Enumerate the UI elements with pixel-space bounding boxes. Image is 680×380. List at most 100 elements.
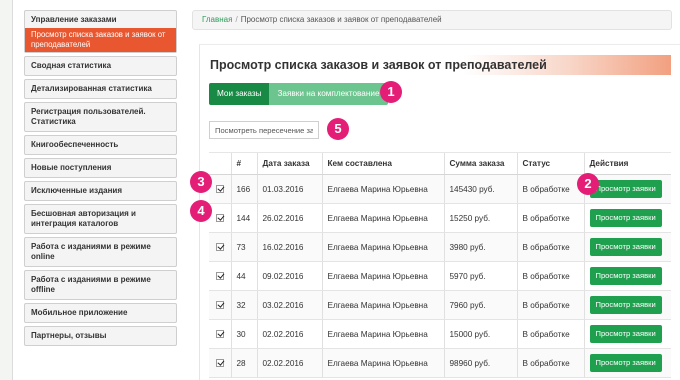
order-status: В обработке [516,232,584,262]
view-request-button[interactable]: Просмотр заявки [589,354,662,372]
order-sum: 3980 руб. [443,232,517,262]
orders-table: # Дата заказа Кем составлена Сумма заказ… [209,152,671,378]
sidebar-item-detailed-stats[interactable]: Детализированная статистика [24,79,177,99]
sidebar-item-partners[interactable]: Партнеры, отзывы [24,326,177,346]
order-author: Елгаева Марина Юрьевна [321,261,444,291]
breadcrumb: Главная / Просмотр списка заказов и заявок… [192,10,672,30]
row-actions-cell: Просмотр заявки [583,290,671,320]
order-author: Елгаева Марина Юрьевна [321,319,444,349]
breadcrumb-home-link[interactable]: Главная [202,15,232,24]
order-sum: 145430 руб. [443,174,517,204]
row-select-cell [209,232,231,262]
annotation-badge-3: 3 [190,171,212,193]
order-status: В обработке [516,319,584,349]
view-request-button[interactable]: Просмотр заявки [589,296,662,314]
view-request-button[interactable]: Просмотр заявки [589,325,662,343]
order-date: 01.03.2016 [256,174,322,204]
sidebar-item-user-registration[interactable]: Регистрация пользователей. Статистика [24,102,177,132]
order-date: 02.02.2016 [256,348,322,378]
row-actions-cell: Просмотр заявки [583,261,671,291]
row-select-cell [209,348,231,378]
order-id: 166 [230,174,257,204]
sidebar-item-new-arrivals[interactable]: Новые поступления [24,158,177,178]
sidebar: Управление заказами Просмотр списка зака… [24,10,177,349]
row-checkbox[interactable] [215,359,224,368]
col-select-header [209,152,231,175]
table-row: 166 01.03.2016 Елгаева Марина Юрьевна 14… [209,174,671,204]
order-date: 16.02.2016 [256,232,322,262]
table-row: 32 03.02.2016 Елгаева Марина Юрьевна 796… [209,290,671,320]
annotation-badge-5: 5 [327,118,349,140]
page-title: Просмотр списка заказов и заявок от преп… [209,55,671,75]
table-row: 73 16.02.2016 Елгаева Марина Юрьевна 398… [209,232,671,262]
col-author-header: Кем составлена [321,152,444,175]
sidebar-group-orders[interactable]: Управление заказами Просмотр списка зака… [24,10,177,53]
col-actions-header: Действия [583,152,671,175]
order-date: 02.02.2016 [256,319,322,349]
col-date-header: Дата заказа [256,152,322,175]
sidebar-item-mobile-app[interactable]: Мобильное приложение [24,303,177,323]
row-actions-cell: Просмотр заявки [583,319,671,349]
row-actions-cell: Просмотр заявки [583,348,671,378]
row-select-cell [209,290,231,320]
row-checkbox[interactable] [215,214,224,223]
order-date: 09.02.2016 [256,261,322,291]
order-author: Елгаева Марина Юрьевна [321,290,444,320]
row-checkbox[interactable] [215,301,224,310]
order-status: В обработке [516,174,584,204]
view-request-button[interactable]: Просмотр заявки [589,267,662,285]
annotation-badge-1: 1 [380,81,402,103]
order-author: Елгаева Марина Юрьевна [321,348,444,378]
row-actions-cell: Просмотр заявки [583,232,671,262]
col-status-header: Статус [516,152,584,175]
row-checkbox[interactable] [215,272,224,281]
tab-acquisition-requests[interactable]: Заявки на комплектование [269,83,388,105]
intersection-search-input[interactable] [209,121,319,139]
order-author: Елгаева Марина Юрьевна [321,174,444,204]
view-request-button[interactable]: Просмотр заявки [589,180,662,198]
table-row: 44 09.02.2016 Елгаева Марина Юрьевна 597… [209,261,671,291]
order-status: В обработке [516,290,584,320]
sidebar-item-online[interactable]: Работа с изданиями в режиме online [24,237,177,267]
sidebar-item-book-supply[interactable]: Книгообеспеченность [24,135,177,155]
order-sum: 15000 руб. [443,319,517,349]
table-row: 28 02.02.2016 Елгаева Марина Юрьевна 989… [209,348,671,378]
sidebar-item-excluded[interactable]: Исключенные издания [24,181,177,201]
order-sum: 98960 руб. [443,348,517,378]
table-row: 144 26.02.2016 Елгаева Марина Юрьевна 15… [209,203,671,233]
sidebar-group-title[interactable]: Управление заказами [31,15,170,25]
row-checkbox[interactable] [215,243,224,252]
col-id-header: # [230,152,257,175]
row-checkbox[interactable] [215,185,224,194]
tab-my-orders[interactable]: Мои заказы [209,83,270,105]
row-select-cell [209,319,231,349]
row-select-cell [209,174,231,204]
order-status: В обработке [516,348,584,378]
orders-table-body: 166 01.03.2016 Елгаева Марина Юрьевна 14… [209,174,671,378]
order-status: В обработке [516,203,584,233]
view-request-button[interactable]: Просмотр заявки [589,209,662,227]
annotation-badge-2: 2 [577,173,599,195]
table-header-row: # Дата заказа Кем составлена Сумма заказ… [209,152,671,175]
col-sum-header: Сумма заказа [443,152,517,175]
annotation-badge-4: 4 [190,200,212,222]
order-author: Елгаева Марина Юрьевна [321,203,444,233]
order-date: 03.02.2016 [256,290,322,320]
row-checkbox[interactable] [215,330,224,339]
order-id: 144 [230,203,257,233]
order-sum: 15250 руб. [443,203,517,233]
orders-panel: Просмотр списка заказов и заявок от преп… [199,44,680,380]
table-row: 30 02.02.2016 Елгаева Марина Юрьевна 150… [209,319,671,349]
sidebar-item-sso[interactable]: Бесшовная авторизация и интеграция катал… [24,204,177,234]
row-select-cell [209,203,231,233]
order-id: 30 [230,319,257,349]
order-status: В обработке [516,261,584,291]
tabs: Мои заказы Заявки на комплектование [209,83,388,105]
order-id: 44 [230,261,257,291]
sidebar-item-orders-list-active[interactable]: Просмотр списка заказов и заявок от преп… [25,28,176,52]
sidebar-item-offline[interactable]: Работа с изданиями в режиме offline [24,270,177,300]
row-actions-cell: Просмотр заявки [583,203,671,233]
view-request-button[interactable]: Просмотр заявки [589,238,662,256]
sidebar-item-summary-stats[interactable]: Сводная статистика [24,56,177,76]
breadcrumb-separator: / [235,15,238,24]
